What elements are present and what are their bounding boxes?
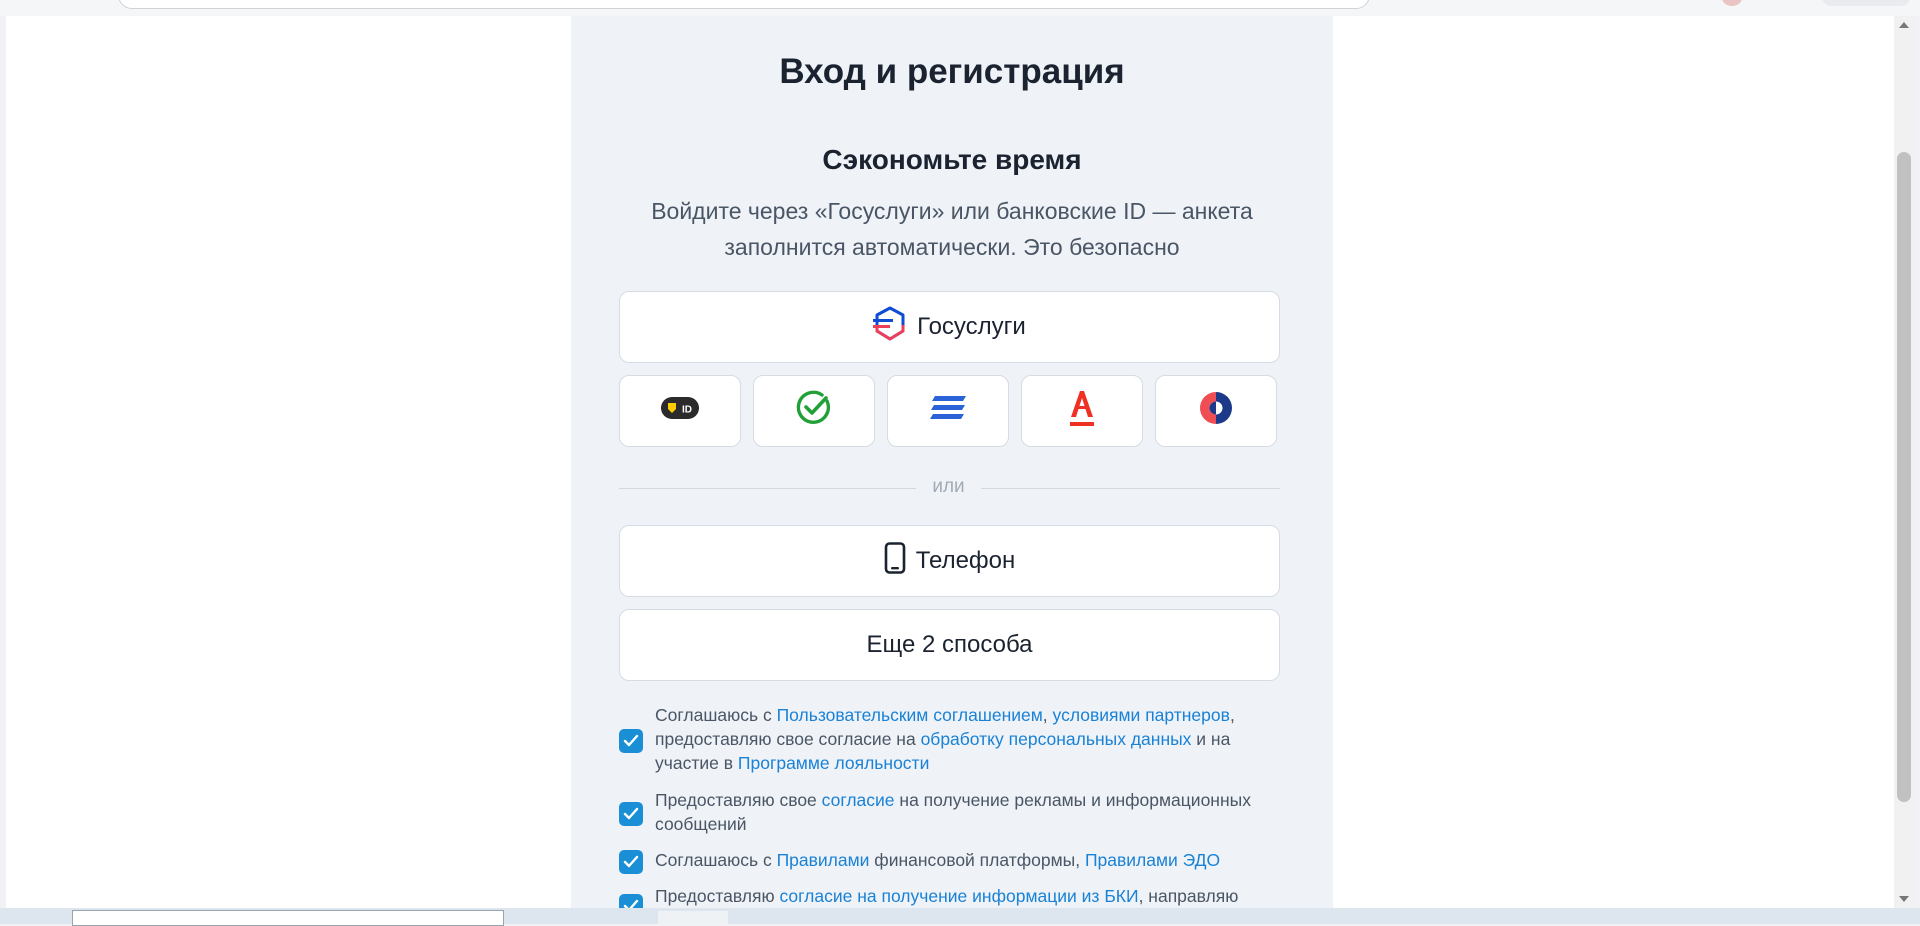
consent-text-part: Предоставляю <box>655 886 780 906</box>
consent-text: Соглашаюсь с Пользовательским соглашение… <box>655 703 1280 775</box>
tbank-id-icon <box>929 395 967 428</box>
yandex-id-icon: ID <box>661 396 699 426</box>
page-title: Вход и регистрация <box>779 52 1125 91</box>
credit-bureau-link[interactable]: согласие на получение информации из БКИ <box>779 886 1138 906</box>
gosuslugi-icon <box>873 306 907 349</box>
phone-label: Телефон <box>915 547 1016 574</box>
edo-rules-link[interactable]: Правилами ЭДО <box>1085 850 1220 870</box>
section-description: Войдите через «Госуслуги» или банковские… <box>651 198 1253 260</box>
sber-id-button[interactable] <box>753 375 875 447</box>
svg-text:ID: ID <box>682 404 692 415</box>
auth-panel: Вход и регистрация Сэкономьте время Войд… <box>571 16 1333 908</box>
terms-link[interactable]: Пользовательским соглашением <box>777 705 1043 725</box>
divider-line-right <box>981 488 1280 489</box>
checkmark-icon <box>623 807 639 820</box>
consent-checkbox[interactable] <box>619 729 643 753</box>
scroll-down-arrow-icon[interactable] <box>1899 896 1909 902</box>
address-bar[interactable] <box>118 0 1370 9</box>
phone-login-button[interactable]: Телефон <box>619 525 1280 597</box>
consent-checkbox[interactable] <box>619 850 643 874</box>
section-subtitle: Сэкономьте время <box>822 144 1082 175</box>
ads-consent-link[interactable]: согласие <box>822 790 895 810</box>
checkmark-icon <box>623 899 639 908</box>
divider-text: или <box>932 476 965 497</box>
consent-text: Предоставляю согласие на получение инфор… <box>655 884 1280 908</box>
phone-icon <box>884 541 906 581</box>
consent-checkbox[interactable] <box>619 802 643 826</box>
more-methods-label: Еще 2 способа <box>866 631 1033 658</box>
gosuslugi-login-button[interactable]: Госуслуги <box>619 291 1280 363</box>
personal-data-link[interactable]: обработку персональных данных <box>921 729 1192 749</box>
profile-avatar[interactable] <box>1722 0 1742 6</box>
consent-checkbox[interactable] <box>619 894 643 908</box>
checkmark-icon <box>623 855 639 868</box>
page-scrollbar[interactable] <box>1894 16 1914 908</box>
gosuslugi-label: Госуслуги <box>917 313 1026 340</box>
scroll-up-arrow-icon[interactable] <box>1899 22 1909 28</box>
sber-id-icon <box>796 390 832 433</box>
loyalty-program-link[interactable]: Программе лояльности <box>738 753 929 773</box>
page-viewport: Вход и регистрация Сэкономьте время Войд… <box>6 16 1894 908</box>
partner-terms-link[interactable]: условиями партнеров <box>1053 705 1230 725</box>
yandex-id-button[interactable]: ID <box>619 375 741 447</box>
consent-text-part: , направляю <box>1138 886 1239 906</box>
mts-id-icon <box>1198 390 1234 433</box>
consent-text-part: Соглашаюсь с <box>655 705 777 725</box>
scrollbar-thumb[interactable] <box>1897 152 1911 802</box>
platform-rules-link[interactable]: Правилами <box>777 850 870 870</box>
taskbar <box>0 908 1920 926</box>
divider-line-left <box>619 488 916 489</box>
browser-menu-pill[interactable] <box>1822 0 1910 6</box>
taskbar-item[interactable] <box>658 911 728 924</box>
more-methods-button[interactable]: Еще 2 способа <box>619 609 1280 681</box>
or-divider: или <box>619 474 1280 504</box>
consent-text-part: Предоставляю свое <box>655 790 822 810</box>
consent-text: Предоставляю свое согласие на получение … <box>655 788 1280 836</box>
consent-text: Соглашаюсь с Правилами финансовой платфо… <box>655 848 1280 872</box>
consent-text-part: , <box>1042 705 1053 725</box>
checkmark-icon <box>623 734 639 747</box>
browser-topbar <box>0 0 1920 16</box>
consent-text-part: Соглашаюсь с <box>655 850 777 870</box>
tbank-id-button[interactable] <box>887 375 1009 447</box>
mts-id-button[interactable] <box>1155 375 1277 447</box>
alfa-id-icon <box>1068 389 1096 434</box>
alfa-id-button[interactable] <box>1021 375 1143 447</box>
consent-text-part: финансовой платформы, <box>869 850 1085 870</box>
